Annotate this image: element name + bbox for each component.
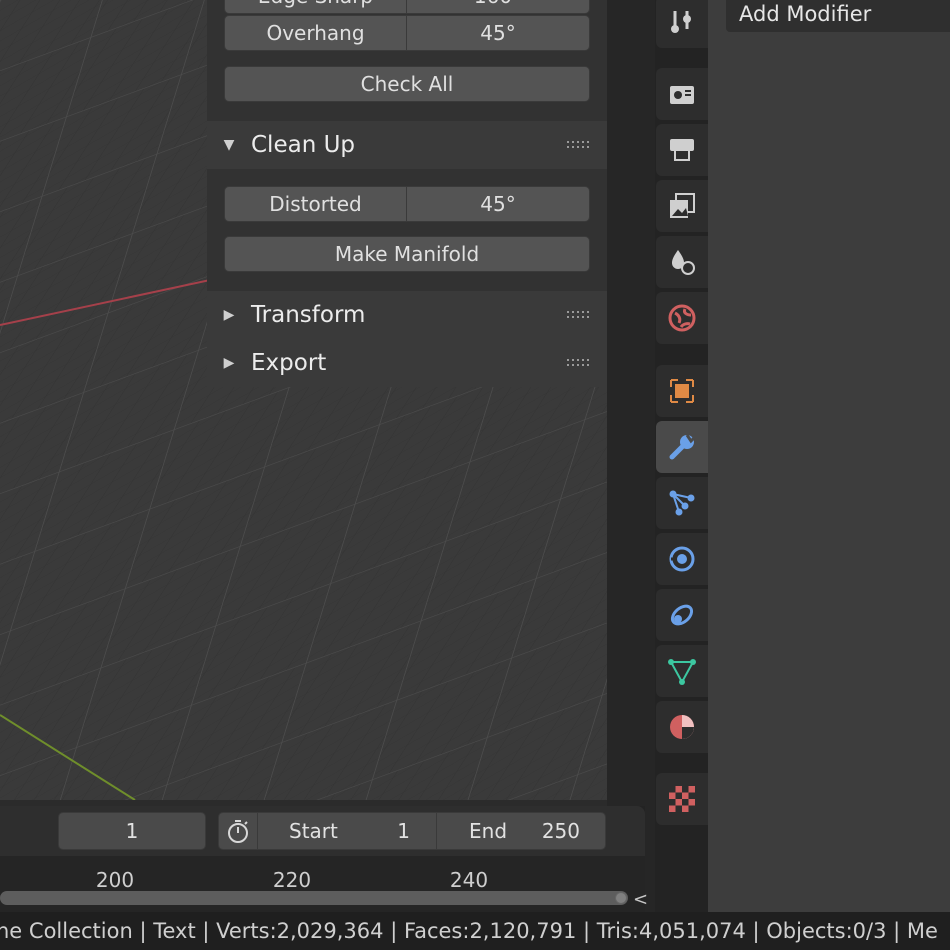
drag-grip-icon[interactable] [567,359,589,369]
material-icon [670,715,694,739]
status-bar: ne Collection | Text | Verts:2,029,364 |… [0,912,950,950]
tab-world[interactable] [656,292,708,344]
overhang-value[interactable]: 45° [407,16,589,50]
scene-statistics: ne Collection | Text | Verts:2,029,364 |… [0,919,938,943]
edge-sharp-value[interactable]: 160° [407,0,589,13]
distorted-field[interactable]: Distorted 45° [224,186,590,222]
ruler-tick: 240 [449,868,489,892]
output-icon [670,139,694,161]
tab-scene[interactable] [656,236,708,288]
check-all-button[interactable]: Check All [224,66,590,102]
tab-tool[interactable] [656,0,708,48]
transform-title: Transform [251,302,366,328]
add-modifier-label: Add Modifier [739,2,872,26]
timeline-header: 1 Start 1 End 250 [0,806,645,856]
timeline-scrollbar[interactable] [0,891,628,905]
start-label: Start [289,819,338,843]
physics-icon [669,546,695,572]
timeline-editor: 1 Start 1 End 250 200 220 240 < [0,806,648,912]
end-label: End [469,819,508,843]
particles-icon [669,490,695,516]
tab-view-layer[interactable] [656,180,708,232]
object-icon [670,379,694,403]
scrollbar-handle[interactable] [615,892,627,904]
texture-icon [669,786,695,812]
stopwatch-icon [228,820,248,843]
tool-icon [671,11,691,33]
edge-sharp-label: Edge Sharp [225,0,406,13]
ruler-tick: 200 [95,868,135,892]
drag-grip-icon[interactable] [567,311,589,321]
transform-panel-header[interactable]: ▶ Transform [207,291,607,339]
end-value: 250 [541,819,580,843]
tab-render[interactable] [656,68,708,120]
collapsed-triangle-icon: ▶ [223,307,235,323]
preview-range-toggle[interactable] [218,812,258,850]
clean-up-title: Clean Up [251,132,356,158]
tab-modifiers[interactable] [656,421,708,473]
clean-up-panel-header[interactable]: ▼ Clean Up [207,121,607,169]
expanded-triangle-icon: ▼ [223,137,235,153]
ruler-tick: 220 [272,868,312,892]
drag-grip-icon[interactable] [567,141,589,151]
edge-sharp-field[interactable]: Edge Sharp 160° [224,0,590,14]
tab-particles[interactable] [656,477,708,529]
tab-output[interactable] [656,124,708,176]
view-layer-icon [670,193,695,218]
properties-editor [708,0,950,912]
end-frame-field[interactable]: End 250 [436,812,606,850]
tab-physics[interactable] [656,533,708,585]
export-title: Export [251,350,327,376]
collapsed-triangle-icon: ▶ [223,355,235,371]
add-modifier-dropdown[interactable]: Add Modifier [726,0,950,32]
start-frame-field[interactable]: Start 1 [257,812,437,850]
tab-texture[interactable] [656,773,708,825]
distorted-label: Distorted [269,192,362,216]
tab-constraints[interactable] [656,589,708,641]
properties-tab-column [655,0,708,912]
current-frame-field[interactable]: 1 [58,812,206,850]
tab-object[interactable] [656,365,708,417]
scene-icon [672,250,695,275]
world-icon [668,304,696,332]
tab-material[interactable] [656,701,708,753]
tab-object-data[interactable] [656,645,708,697]
render-icon [670,86,694,104]
start-value: 1 [397,819,410,843]
export-panel-header[interactable]: ▶ Export [207,339,607,387]
current-frame-value: 1 [125,819,139,843]
modifier-wrench-icon [669,434,696,460]
constraints-icon [670,604,694,626]
overhang-label: Overhang [266,21,365,45]
make-manifold-button[interactable]: Make Manifold [224,236,590,272]
overhang-field[interactable]: Overhang 45° [224,15,590,51]
distorted-value[interactable]: 45° [407,187,589,221]
chevron-left-icon[interactable]: < [633,889,648,910]
print-toolbox-panel: Edge Sharp 160° Overhang 45° Check All ▼… [207,0,607,387]
object-data-icon [668,659,696,685]
